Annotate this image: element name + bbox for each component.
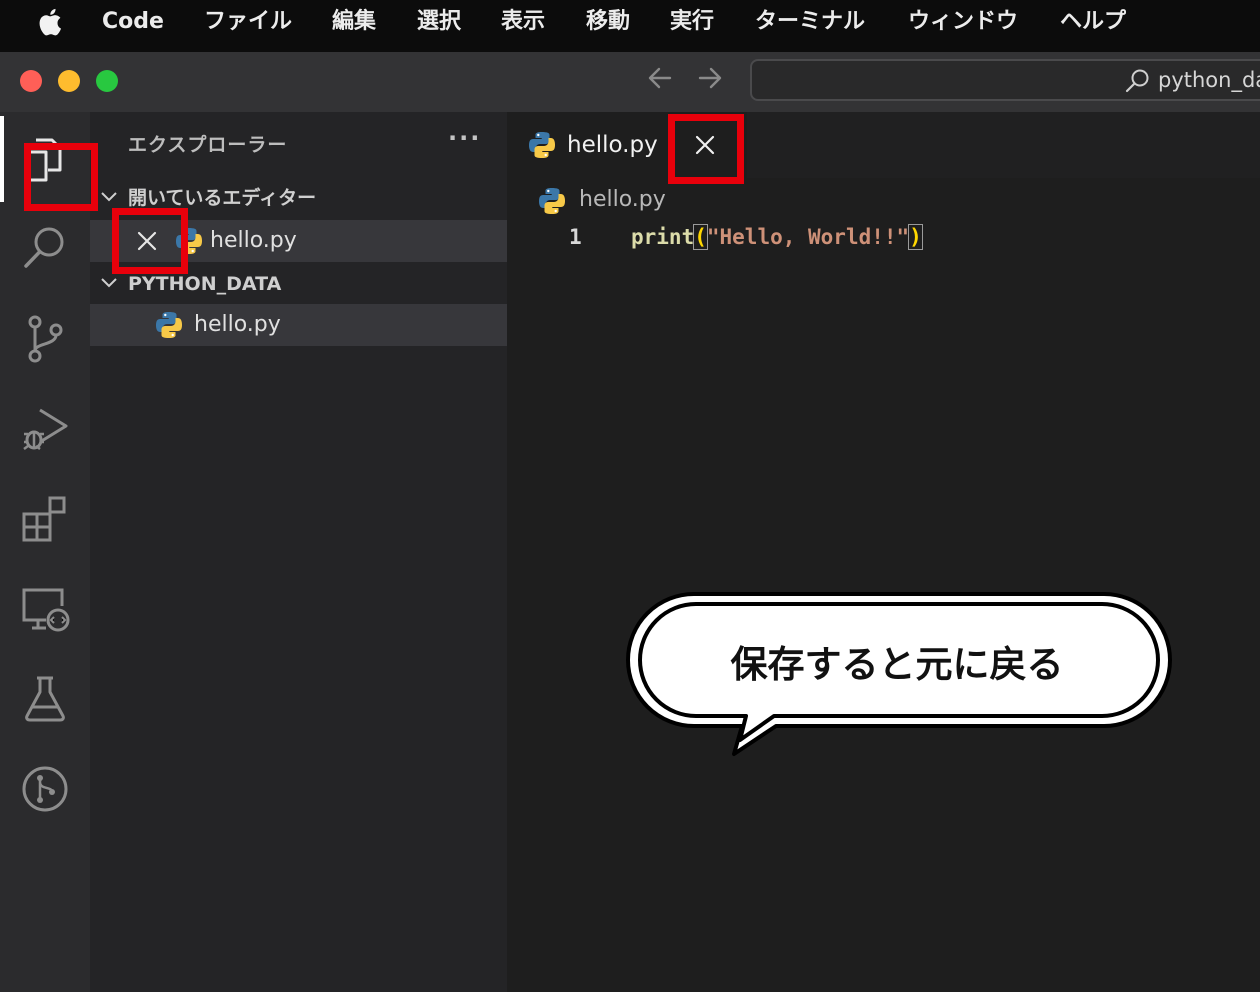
- speech-bubble-text: 保存すると元に戻る: [730, 643, 1064, 686]
- code-string-literal: "Hello, World!!": [706, 225, 910, 249]
- menu-view[interactable]: 表示: [501, 0, 545, 44]
- command-center-text: python_da: [1158, 68, 1260, 92]
- menu-terminal[interactable]: ターミナル: [755, 0, 865, 44]
- run-debug-icon[interactable]: [18, 402, 72, 456]
- more-actions-button[interactable]: ···: [448, 124, 481, 152]
- minimize-window-button[interactable]: [58, 70, 80, 92]
- menu-window[interactable]: ウィンドウ: [908, 0, 1018, 44]
- activity-bar: [0, 112, 90, 992]
- search-icon[interactable]: [18, 222, 72, 276]
- python-file-icon: [529, 132, 555, 158]
- vscode-window: python_da エクスプローラー ··· 開いているエディター hello.…: [0, 44, 1260, 992]
- tab-label: hello.py: [567, 132, 658, 158]
- maximize-window-button[interactable]: [96, 70, 118, 92]
- forward-arrow-icon[interactable]: [690, 58, 730, 98]
- command-center-search[interactable]: python_da: [750, 59, 1260, 101]
- highlight-side-close-icon: [112, 208, 188, 274]
- source-control-icon[interactable]: [18, 312, 72, 366]
- menu-bar: Code ファイル 編集 選択 表示 移動 実行 ターミナル ウィンドウ ヘルプ: [0, 0, 1260, 44]
- window-top-edge: [0, 44, 1260, 52]
- menu-help[interactable]: ヘルプ: [1060, 0, 1126, 44]
- menu-go[interactable]: 移動: [586, 0, 630, 44]
- file-tree-item[interactable]: hello.py: [90, 304, 507, 346]
- python-file-icon: [539, 188, 565, 214]
- menu-edit[interactable]: 編集: [332, 0, 376, 44]
- sidebar-title: エクスプローラー: [128, 134, 288, 156]
- search-icon: [1125, 69, 1149, 93]
- menu-run[interactable]: 実行: [670, 0, 714, 44]
- git-graph-icon[interactable]: [18, 762, 72, 816]
- code-open-paren: (: [693, 224, 708, 250]
- title-bar: python_da: [0, 44, 1260, 112]
- extensions-icon[interactable]: [18, 492, 72, 546]
- editor-area: hello.py hello.py 1 print("Hello, World!…: [507, 112, 1260, 992]
- line-number: 1: [569, 225, 582, 249]
- highlight-tab-close-icon: [668, 114, 744, 184]
- active-view-indicator: [0, 116, 4, 202]
- menu-app-name[interactable]: Code: [102, 0, 164, 44]
- menu-selection[interactable]: 選択: [417, 0, 461, 44]
- apple-logo-icon[interactable]: [36, 6, 66, 38]
- highlight-explorer-icon: [24, 143, 98, 211]
- code-line[interactable]: print("Hello, World!!"): [631, 220, 923, 254]
- remote-explorer-icon[interactable]: [18, 582, 72, 636]
- code-close-paren: ): [908, 224, 923, 250]
- open-editor-file-name: hello.py: [210, 228, 297, 253]
- testing-icon[interactable]: [18, 672, 72, 726]
- file-tree-file-name: hello.py: [194, 312, 281, 337]
- code-function-name: print: [631, 225, 695, 249]
- back-arrow-icon[interactable]: [640, 58, 680, 98]
- breadcrumb-file-name: hello.py: [579, 187, 666, 212]
- tab-bar: hello.py: [507, 112, 1260, 178]
- close-window-button[interactable]: [20, 70, 42, 92]
- python-file-icon: [156, 312, 182, 338]
- menu-file[interactable]: ファイル: [204, 0, 292, 44]
